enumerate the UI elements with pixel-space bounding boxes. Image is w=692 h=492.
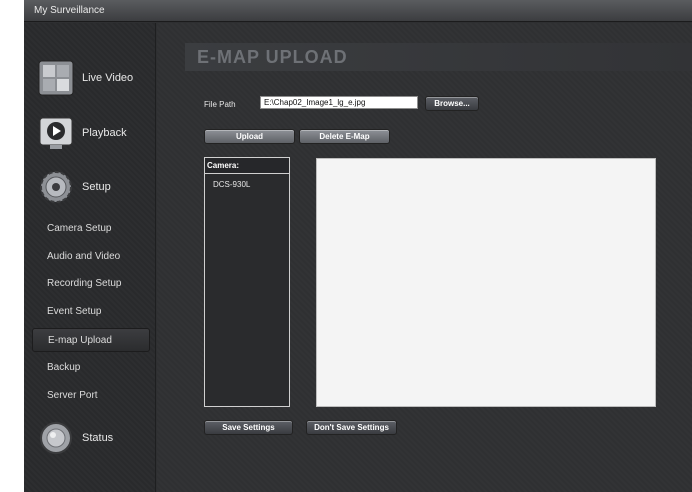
app-window: My Surveillance Live Video Playback Setu… — [24, 0, 692, 492]
sidebar-item-recording-setup[interactable]: Recording Setup — [32, 272, 150, 296]
window-title: My Surveillance — [24, 0, 692, 22]
e-map-display-area[interactable] — [316, 158, 656, 407]
nav-playback-label: Playback — [82, 127, 127, 139]
sidebar: Live Video Playback Setup Camera Setup A… — [24, 23, 156, 492]
status-icon — [40, 422, 72, 454]
setup-gear-icon — [40, 171, 72, 203]
nav-playback[interactable]: Playback — [38, 115, 127, 151]
file-path-input[interactable]: E:\Chap02_Image1_lg_e.jpg — [260, 96, 418, 109]
delete-e-map-button[interactable]: Delete E-Map — [299, 129, 390, 144]
file-path-label: File Path — [204, 100, 236, 109]
camera-list-header: Camera: — [205, 158, 289, 174]
nav-setup-label: Setup — [82, 181, 111, 193]
sidebar-item-e-map-upload[interactable]: E-map Upload — [32, 328, 150, 352]
sidebar-item-server-port[interactable]: Server Port — [32, 384, 150, 408]
nav-live-video[interactable]: Live Video — [38, 60, 133, 96]
nav-status-label: Status — [82, 432, 114, 444]
sidebar-item-camera-setup[interactable]: Camera Setup — [32, 217, 150, 241]
playback-icon — [39, 117, 73, 149]
nav-setup[interactable]: Setup — [38, 169, 111, 205]
camera-list-item[interactable]: DCS-930L — [205, 174, 289, 189]
page-title: E-MAP UPLOAD — [185, 43, 692, 71]
upload-button[interactable]: Upload — [204, 129, 295, 144]
sidebar-item-backup[interactable]: Backup — [32, 356, 150, 380]
nav-live-video-label: Live Video — [82, 72, 134, 84]
camera-list-panel: Camera: DCS-930L — [204, 157, 290, 407]
sidebar-item-event-setup[interactable]: Event Setup — [32, 300, 150, 324]
main-panel: E-MAP UPLOAD File Path E:\Chap02_Image1_… — [157, 23, 692, 492]
dont-save-settings-button[interactable]: Don't Save Settings — [306, 420, 397, 435]
browse-button[interactable]: Browse... — [425, 96, 479, 111]
nav-status[interactable]: Status — [38, 420, 113, 456]
save-settings-button[interactable]: Save Settings — [204, 420, 293, 435]
sidebar-item-audio-and-video[interactable]: Audio and Video — [32, 245, 150, 269]
live-video-icon — [38, 60, 74, 96]
